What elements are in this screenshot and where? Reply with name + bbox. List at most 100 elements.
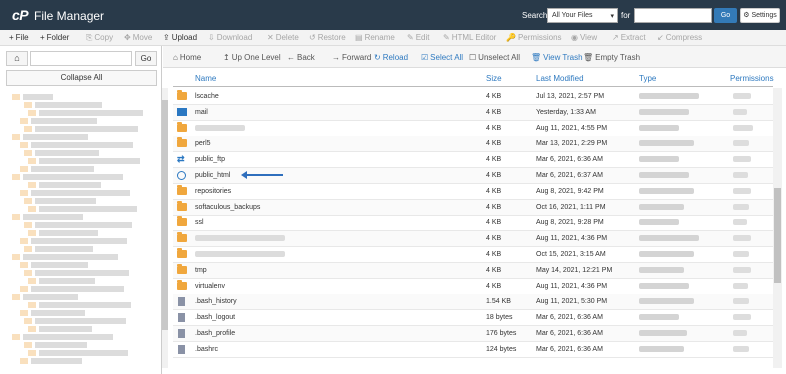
column-name[interactable]: Name <box>195 74 216 83</box>
toolbar-rename-button[interactable]: ▤ Rename <box>355 33 395 42</box>
nav-empty-trash-button[interactable]: 🗑 Empty Trash <box>583 53 640 62</box>
collapse-all-button[interactable]: Collapse All <box>6 70 157 86</box>
nav-reload-button[interactable]: ↻ Reload <box>374 53 408 62</box>
search-input[interactable] <box>634 8 712 23</box>
redacted-folder-name <box>35 126 138 132</box>
toolbar-file-button[interactable]: + File <box>9 33 29 42</box>
file-row[interactable]: .bash_logout 18 bytes Mar 6, 2021, 6:36 AM <box>173 310 773 327</box>
column-permissions[interactable]: Permissions <box>730 74 774 83</box>
file-modified: Mar 6, 2021, 6:36 AM <box>536 314 603 322</box>
folder-icon <box>24 318 32 324</box>
file-row[interactable]: .bash_history 1.54 KB Aug 11, 2021, 5:30 P… <box>173 294 773 311</box>
toolbar-delete-button[interactable]: ✕ Delete <box>267 33 299 42</box>
file-row[interactable]: virtualenv 4 KB Aug 11, 2021, 4:36 PM <box>173 279 773 295</box>
file-size: 1.54 KB <box>486 298 511 306</box>
file-size: 4 KB <box>486 140 502 148</box>
redacted-file-type <box>639 251 694 257</box>
nav-select-all-button[interactable]: ☑ Select All <box>421 53 463 62</box>
file-row[interactable]: 4 KB Oct 15, 2021, 3:15 AM <box>173 247 773 263</box>
file-name[interactable]: .bash_logout <box>195 314 235 321</box>
file-list-scrollbar[interactable] <box>773 88 782 368</box>
search-go-button[interactable]: Go <box>714 8 737 23</box>
redacted-folder-name <box>23 174 123 180</box>
upload-icon: ⇪ <box>163 33 170 42</box>
file-name[interactable]: ssl <box>195 219 204 226</box>
redacted-folder-name <box>39 230 98 236</box>
path-input[interactable] <box>30 51 132 66</box>
file-row[interactable]: 4 KB Aug 11, 2021, 4:36 PM <box>173 231 773 248</box>
nav-home-button[interactable]: ⌂ Home <box>173 53 201 62</box>
toolbar-copy-button[interactable]: ⎘ Copy <box>86 33 113 43</box>
redacted-folder-name <box>35 342 87 348</box>
file-name[interactable]: lscache <box>195 93 219 100</box>
gear-icon: ⚙ <box>743 12 750 19</box>
nav-label: View Trash <box>543 53 583 62</box>
directory-tree <box>12 94 157 370</box>
file-row[interactable]: softaculous_backups 4 KB Oct 16, 2021, 1:1… <box>173 199 773 216</box>
file-name[interactable]: .bashrc <box>195 346 218 353</box>
toolbar-move-button[interactable]: ✥ Move <box>124 33 152 42</box>
toolbar-extract-button[interactable]: ↗ Extract <box>612 33 646 42</box>
toolbar-download-button[interactable]: ⇩ Download <box>208 33 252 42</box>
toolbar-html-editor-button[interactable]: ✎ HTML Editor <box>443 33 496 42</box>
toolbar-restore-button[interactable]: ↺ Restore <box>309 33 346 42</box>
file-row[interactable]: ssl 4 KB Aug 8, 2021, 9:28 PM <box>173 215 773 232</box>
toolbar-folder-button[interactable]: + Folder <box>40 33 69 42</box>
file-size: 4 KB <box>486 124 502 132</box>
toolbar-label: Delete <box>275 33 299 42</box>
nav-back-button[interactable]: ← Back <box>287 53 315 62</box>
file-name[interactable]: tmp <box>195 267 207 274</box>
file-row[interactable]: repositories 4 KB Aug 8, 2021, 9:42 PM <box>173 184 773 200</box>
redacted-permissions <box>733 187 751 194</box>
nav-unselect-all-button[interactable]: ☐ Unselect All <box>469 53 520 62</box>
file-modified: Oct 16, 2021, 1:11 PM <box>536 203 606 211</box>
file-name[interactable]: mail <box>195 109 208 116</box>
search-scope-select[interactable]: All Your Files ▾ <box>547 8 618 23</box>
empty-trash-icon: 🗑 <box>583 53 594 62</box>
file-name[interactable]: .bash_history <box>195 298 237 305</box>
file-name[interactable]: public_html <box>195 172 230 179</box>
file-name[interactable]: softaculous_backups <box>195 204 260 211</box>
settings-button[interactable]: ⚙ Settings <box>740 8 780 23</box>
top-header: cP File Manager Search All Your Files ▾ … <box>0 0 786 30</box>
reload-icon: ↻ <box>374 53 381 62</box>
path-go-button[interactable]: Go <box>135 51 157 66</box>
redacted-file-type <box>639 187 694 194</box>
nav-forward-button[interactable]: → Forward <box>332 53 371 62</box>
file-name[interactable]: .bash_profile <box>195 330 235 337</box>
file-row[interactable]: ⇄ public_ftp 4 KB Mar 6, 2021, 6:36 AM <box>173 152 773 169</box>
redacted-file-name[interactable] <box>195 251 285 257</box>
toolbar-upload-button[interactable]: ⇪ Upload <box>163 33 197 42</box>
column-type[interactable]: Type <box>639 74 656 83</box>
nav-label: Select All <box>430 53 464 62</box>
file-row[interactable]: .bash_profile 176 bytes Mar 6, 2021, 6:36 … <box>173 326 773 342</box>
file-name[interactable]: perl5 <box>195 140 211 147</box>
toolbar-edit-button[interactable]: ✎ Edit <box>407 33 430 42</box>
file-row[interactable]: public_html 4 KB Mar 6, 2021, 6:37 AM <box>173 168 773 184</box>
redacted-file-name[interactable] <box>195 235 285 242</box>
file-row[interactable]: .bashrc 124 bytes Mar 6, 2021, 6:36 AM <box>173 342 773 358</box>
nav-up-one-level-button[interactable]: ↥ Up One Level <box>223 53 281 62</box>
file-name[interactable]: virtualenv <box>195 283 225 290</box>
up-one-level-icon: ↥ <box>223 53 230 62</box>
file-list-scrollbar-thumb[interactable] <box>774 188 781 283</box>
column-last-modified[interactable]: Last Modified <box>536 74 584 83</box>
toolbar-permissions-button[interactable]: 🔑 Permissions <box>506 33 562 42</box>
file-name[interactable]: repositories <box>195 188 231 195</box>
view-icon: ◉ <box>571 33 578 42</box>
file-row[interactable]: mail 4 KB Yesterday, 1:33 AM <box>173 104 773 121</box>
column-size[interactable]: Size <box>486 74 502 83</box>
toolbar-view-button[interactable]: ◉ View <box>571 33 597 42</box>
nav-view-trash-button[interactable]: 🗑 View Trash <box>531 53 583 62</box>
home-icon[interactable]: ⌂ <box>6 51 28 66</box>
redacted-file-name[interactable] <box>195 124 245 131</box>
file-name[interactable]: public_ftp <box>195 156 225 163</box>
file-row[interactable]: lscache 4 KB Jul 13, 2021, 2:57 PM <box>173 89 773 105</box>
file-row[interactable]: perl5 4 KB Mar 13, 2021, 2:29 PM <box>173 136 773 153</box>
redacted-file-type <box>639 314 679 321</box>
redacted-folder-name <box>23 214 83 220</box>
redacted-file-type <box>639 282 689 289</box>
file-row[interactable]: 4 KB Aug 11, 2021, 4:55 PM <box>173 121 773 137</box>
file-row[interactable]: tmp 4 KB May 14, 2021, 12:21 PM <box>173 262 773 279</box>
toolbar-compress-button[interactable]: ↙ Compress <box>657 33 702 42</box>
